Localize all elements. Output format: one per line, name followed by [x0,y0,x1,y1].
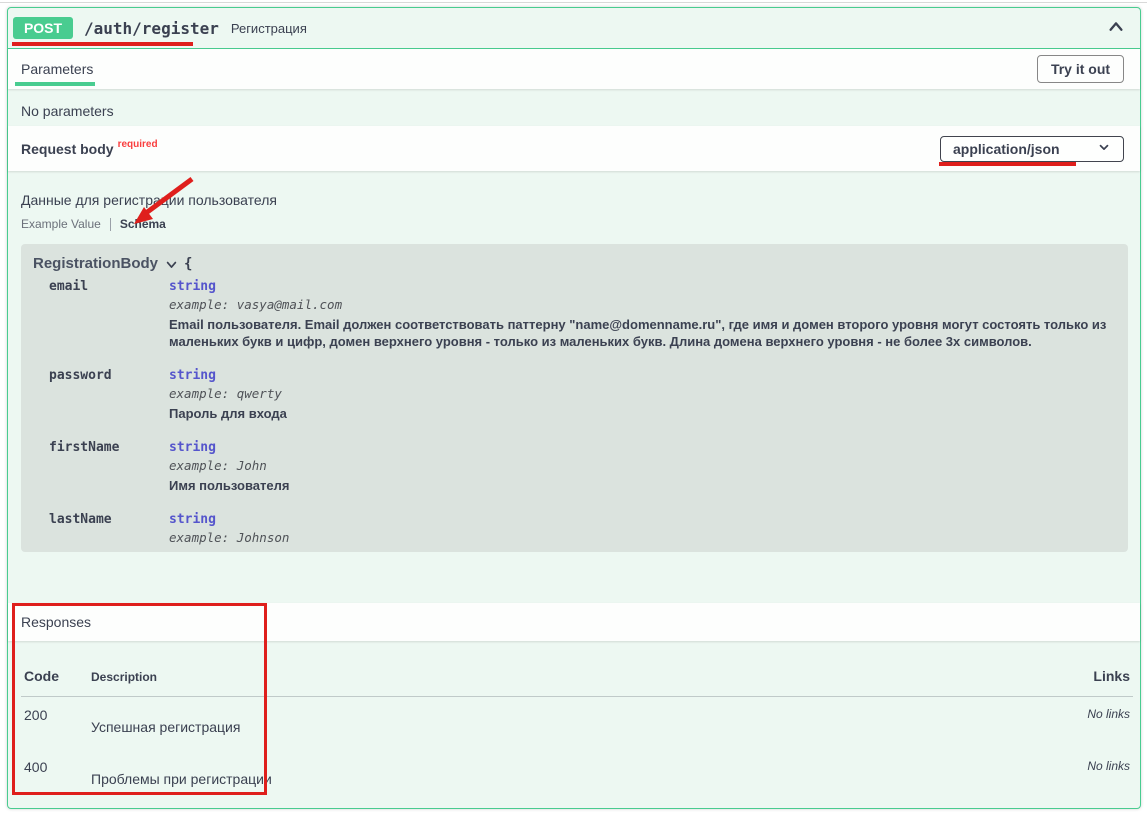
property-row-password: password string example: qwerty Пароль д… [49,368,1116,423]
collapse-operation-button[interactable] [1104,16,1128,40]
model-open-brace: { [184,256,192,272]
content-type-value: application/json [953,141,1060,157]
property-row-lastname: lastName string example: Johnson Фамилия… [49,512,1116,552]
model-title-row[interactable]: RegistrationBody { [33,255,1116,272]
content-type-select[interactable]: application/json [940,136,1124,162]
property-type: string [169,440,1116,455]
response-links: No links [1010,707,1130,749]
property-row-firstname: firstName string example: John Имя польз… [49,440,1116,495]
operation-summary-header[interactable]: POST /auth/register Регистрация [8,8,1140,49]
page-divider [0,2,1147,3]
response-row-200: 200 Успешная регистрация No links [21,697,1133,749]
method-badge: POST [13,17,73,39]
operation-summary-text: Регистрация [231,21,307,36]
response-description: Успешная регистрация [91,707,1010,749]
property-type: string [169,512,1116,527]
property-type: string [169,368,1116,383]
property-description: Фамилия пользователя [169,550,1114,552]
responses-title: Responses [21,614,91,630]
property-type: string [169,279,1116,294]
property-example: example: qwerty [169,386,1116,401]
required-flag: required [118,139,158,150]
request-body-description: Данные для регистрации пользователя [21,192,277,208]
no-parameters-text: No parameters [21,103,114,119]
responses-header-row: Responses [8,603,1140,641]
response-links: No links [1010,759,1130,801]
tab-parameters[interactable]: Parameters [21,51,95,87]
chevron-down-icon [1097,140,1111,157]
chevron-up-icon [1107,18,1125,39]
property-description: Имя пользователя [169,478,1114,495]
tab-divider [110,218,111,231]
response-code: 200 [24,707,91,749]
responses-table: Code Description Links 200 Успешная реги… [21,641,1133,801]
property-name: firstName [49,440,169,495]
tab-example-value[interactable]: Example Value [21,217,101,231]
try-it-out-button[interactable]: Try it out [1037,55,1124,83]
column-header-links: Links [1010,668,1130,684]
tab-schema[interactable]: Schema [120,217,166,231]
schema-model-box: RegistrationBody { email string example:… [21,244,1128,552]
property-row-email: email string example: vasya@mail.com Ema… [49,279,1116,351]
column-header-description: Description [91,668,1010,684]
response-code: 400 [24,759,91,801]
request-body-header-row: Request body required application/json [8,126,1140,171]
model-properties: email string example: vasya@mail.com Ema… [49,279,1116,552]
responses-table-header: Code Description Links [21,641,1133,697]
property-description: Пароль для входа [169,406,1114,423]
model-view-tabs: Example Value Schema [21,217,166,231]
property-example: example: Johnson [169,530,1116,545]
property-name: lastName [49,512,169,552]
response-description: Проблемы при регистрации [91,759,1010,801]
property-description: Email пользователя. Email должен соответ… [169,317,1114,351]
response-row-400: 400 Проблемы при регистрации No links [21,749,1133,801]
column-header-code: Code [24,668,91,684]
property-name: password [49,368,169,423]
model-name: RegistrationBody [33,255,158,272]
request-body-title: Request body [21,141,114,157]
property-name: email [49,279,169,351]
opblock-post-auth-register: POST /auth/register Регистрация Paramete… [7,7,1141,809]
swagger-operation-page: { "colors": { "method_green": "#49cc90",… [0,0,1147,825]
chevron-down-icon[interactable] [165,258,178,271]
property-example: example: John [169,458,1116,473]
parameters-header-row: Parameters Try it out [8,49,1140,89]
operation-path: /auth/register [84,19,219,38]
property-example: example: vasya@mail.com [169,297,1116,312]
